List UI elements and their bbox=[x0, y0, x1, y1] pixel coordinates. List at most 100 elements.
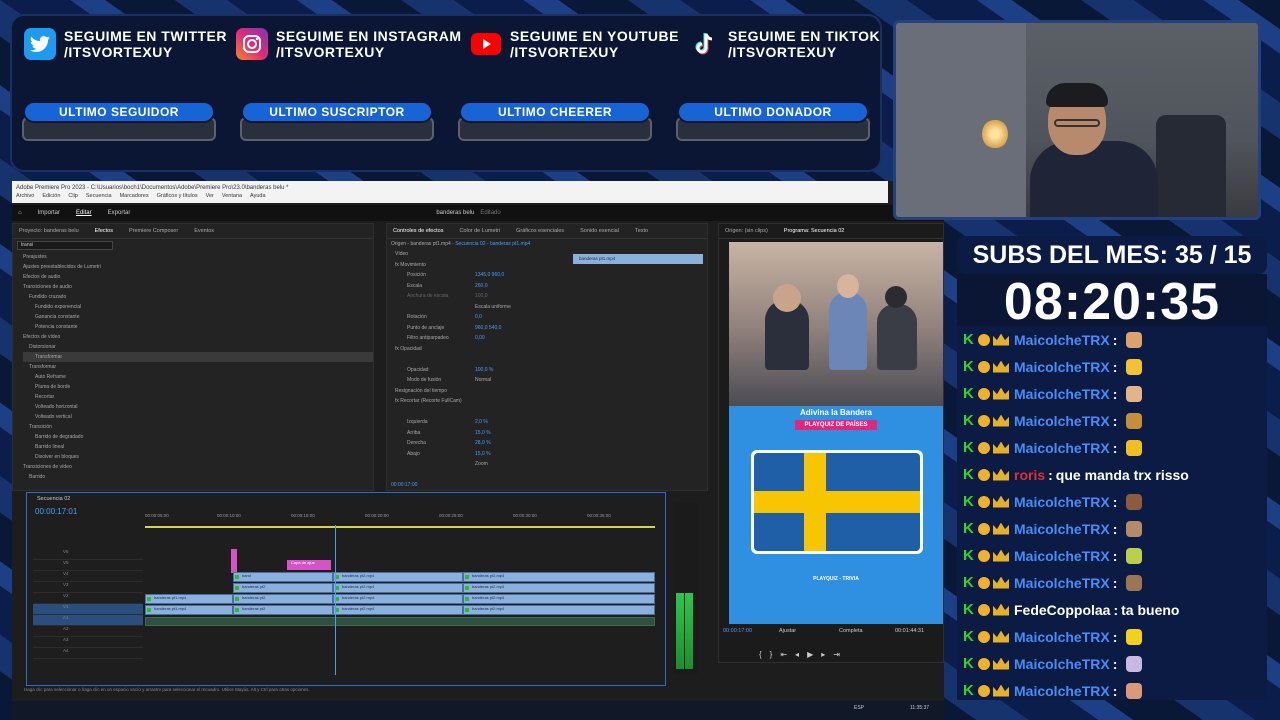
chat-username[interactable]: MaicolcheTRX bbox=[1014, 386, 1110, 402]
clip[interactable]: banderas pt2.mp4 bbox=[463, 594, 655, 604]
tree-item[interactable]: Barrido de degradado bbox=[23, 432, 373, 442]
effects-search-input[interactable]: transi bbox=[17, 241, 113, 250]
go-to-in-icon[interactable]: ⇤ bbox=[780, 650, 795, 659]
track-header[interactable]: V6 bbox=[33, 549, 143, 560]
tree-item[interactable]: Distorsionar bbox=[23, 342, 373, 352]
track-header[interactable]: A1 bbox=[33, 615, 143, 626]
clip[interactable]: banderas pt2.mp4 bbox=[463, 605, 655, 615]
program-timecode[interactable]: 00:00:17:00 bbox=[723, 628, 752, 634]
tab-import[interactable]: Importar bbox=[38, 210, 60, 216]
tree-item[interactable]: Fundido cruzado bbox=[23, 292, 373, 302]
clip[interactable]: banderas pt2.mp4 bbox=[463, 572, 655, 582]
tree-item-selected[interactable]: Transformar bbox=[23, 352, 373, 362]
fit-dropdown[interactable]: Ajustar bbox=[779, 628, 796, 634]
tree-item[interactable]: Efectos de audio bbox=[23, 272, 373, 282]
tab-edit[interactable]: Editar bbox=[76, 210, 92, 216]
tree-item[interactable]: Pluma de borde bbox=[23, 382, 373, 392]
play-icon[interactable]: ▶ bbox=[807, 650, 821, 659]
quality-dropdown[interactable]: Completa bbox=[839, 628, 863, 634]
tree-item[interactable]: Ganancia constante bbox=[23, 312, 373, 322]
tree-item[interactable]: Transformar bbox=[23, 362, 373, 372]
tab-source[interactable]: Origen: (sin clips) bbox=[725, 228, 768, 234]
chat-username[interactable]: MaicolcheTRX bbox=[1014, 494, 1110, 510]
track-header[interactable]: V4 bbox=[33, 571, 143, 582]
chat-username[interactable]: MaicolcheTRX bbox=[1014, 332, 1110, 348]
tree-item[interactable]: Recortar bbox=[23, 392, 373, 402]
tree-item[interactable]: Transición bbox=[23, 422, 373, 432]
menu-item[interactable]: Archivo bbox=[16, 193, 34, 201]
clip[interactable]: banderas pt2 bbox=[233, 583, 333, 593]
tree-item[interactable]: Fundido exponencial bbox=[23, 302, 373, 312]
track-header[interactable]: A2 bbox=[33, 626, 143, 637]
chat-username[interactable]: MaicolcheTRX bbox=[1014, 440, 1110, 456]
timeline-ruler[interactable]: 00:00:05:00 00:00:10:00 00:00:15:00 00:0… bbox=[145, 513, 655, 525]
step-back-icon[interactable]: ◂ bbox=[795, 650, 807, 659]
tree-item[interactable]: Volteado vertical bbox=[23, 412, 373, 422]
tree-item[interactable]: Efectos de vídeo bbox=[23, 332, 373, 342]
chat-username[interactable]: MaicolcheTRX bbox=[1014, 656, 1110, 672]
menu-item[interactable]: Ayuda bbox=[250, 193, 266, 201]
chat-username[interactable]: MaicolcheTRX bbox=[1014, 359, 1110, 375]
tree-item[interactable]: Preajustes bbox=[23, 252, 373, 262]
timeline-tracks[interactable]: Capa de ajus band banderas pt2.mp4 bande… bbox=[145, 525, 655, 675]
clip[interactable]: banderas pt2.mp4 bbox=[333, 605, 463, 615]
sequence-label[interactable]: Secuencia 02 - banderas pt1.mp4 bbox=[455, 241, 530, 247]
track-header[interactable]: A3 bbox=[33, 637, 143, 648]
menu-item[interactable]: Clip bbox=[68, 193, 77, 201]
menu-item[interactable]: Ver bbox=[206, 193, 214, 201]
clip[interactable]: banderas pt1.mp4 bbox=[145, 605, 233, 615]
tab-text[interactable]: Texto bbox=[635, 228, 648, 234]
clip[interactable]: banderas pt2.mp4 bbox=[463, 583, 655, 593]
tab-lumetri[interactable]: Color de Lumetri bbox=[459, 228, 500, 234]
tree-item[interactable]: Volteado horizontal bbox=[23, 402, 373, 412]
tab-graphics[interactable]: Gráficos esenciales bbox=[516, 228, 564, 234]
track-header[interactable]: V5 bbox=[33, 560, 143, 571]
menu-item[interactable]: Gráficos y títulos bbox=[157, 193, 198, 201]
clip-marker[interactable] bbox=[231, 549, 237, 573]
track-header[interactable]: V3 bbox=[33, 582, 143, 593]
sequence-timecode[interactable]: 00:00:17:01 bbox=[35, 507, 77, 516]
clip[interactable]: banderas pt2.mp4 bbox=[333, 583, 463, 593]
track-header[interactable]: V2 bbox=[33, 593, 143, 604]
chat-username[interactable]: roris bbox=[1014, 467, 1045, 483]
controls-timecode[interactable]: 00:00:17:00 bbox=[391, 482, 417, 488]
taskbar-lang[interactable]: ESP bbox=[854, 705, 864, 711]
chat-username[interactable]: MaicolcheTRX bbox=[1014, 575, 1110, 591]
menu-item[interactable]: Secuencia bbox=[86, 193, 112, 201]
tab-sound[interactable]: Sonido esencial bbox=[580, 228, 619, 234]
work-area-bar[interactable] bbox=[145, 526, 655, 528]
track-header[interactable]: V1 bbox=[33, 604, 143, 615]
tree-item[interactable]: Transiciones de audio bbox=[23, 282, 373, 292]
chat-username[interactable]: MaicolcheTRX bbox=[1014, 683, 1110, 699]
mark-out-icon[interactable]: } bbox=[770, 650, 781, 659]
chat-username[interactable]: MaicolcheTRX bbox=[1014, 521, 1110, 537]
home-icon[interactable]: ⌂ bbox=[18, 210, 22, 216]
tree-item[interactable]: Ajustes preestablecidos de Lumetri bbox=[23, 262, 373, 272]
chat-username[interactable]: MaicolcheTRX bbox=[1014, 548, 1110, 564]
chat-username[interactable]: FedeCoppolaa bbox=[1014, 602, 1110, 618]
tree-item[interactable]: Disolver en bloques bbox=[23, 452, 373, 462]
tree-item[interactable]: Potencia constante bbox=[23, 322, 373, 332]
menu-item[interactable]: Marcadores bbox=[120, 193, 149, 201]
clip[interactable]: banderas pt2 bbox=[233, 594, 333, 604]
playhead[interactable] bbox=[335, 525, 336, 675]
tab-effects[interactable]: Efectos bbox=[95, 228, 113, 234]
go-to-out-icon[interactable]: ⇥ bbox=[833, 650, 848, 659]
clip[interactable]: banderas pt2.mp4 bbox=[333, 572, 463, 582]
tree-item[interactable]: Barrido lineal bbox=[23, 442, 373, 452]
tab-export[interactable]: Exportar bbox=[108, 210, 131, 216]
clip[interactable]: banderas pt2.mp4 bbox=[333, 594, 463, 604]
taskbar-clock[interactable]: 11:35:37 bbox=[910, 705, 929, 711]
tab-premiere-composer[interactable]: Premiere Composer bbox=[129, 228, 178, 234]
tab-effect-controls[interactable]: Controles de efectos bbox=[393, 228, 443, 234]
track-header[interactable]: A4 bbox=[33, 648, 143, 659]
tab-events[interactable]: Eventos bbox=[194, 228, 214, 234]
tree-item[interactable]: Transiciones de vídeo bbox=[23, 462, 373, 472]
chat-username[interactable]: MaicolcheTRX bbox=[1014, 413, 1110, 429]
menu-item[interactable]: Ventana bbox=[222, 193, 242, 201]
menu-item[interactable]: Edición bbox=[42, 193, 60, 201]
audio-clip[interactable] bbox=[145, 617, 655, 626]
tab-project[interactable]: Proyecto: banderas belu bbox=[19, 228, 79, 234]
clip[interactable]: banderas pt1.mp4 bbox=[145, 594, 233, 604]
clip-bar[interactable]: banderas pt1.mp4 bbox=[573, 254, 703, 264]
